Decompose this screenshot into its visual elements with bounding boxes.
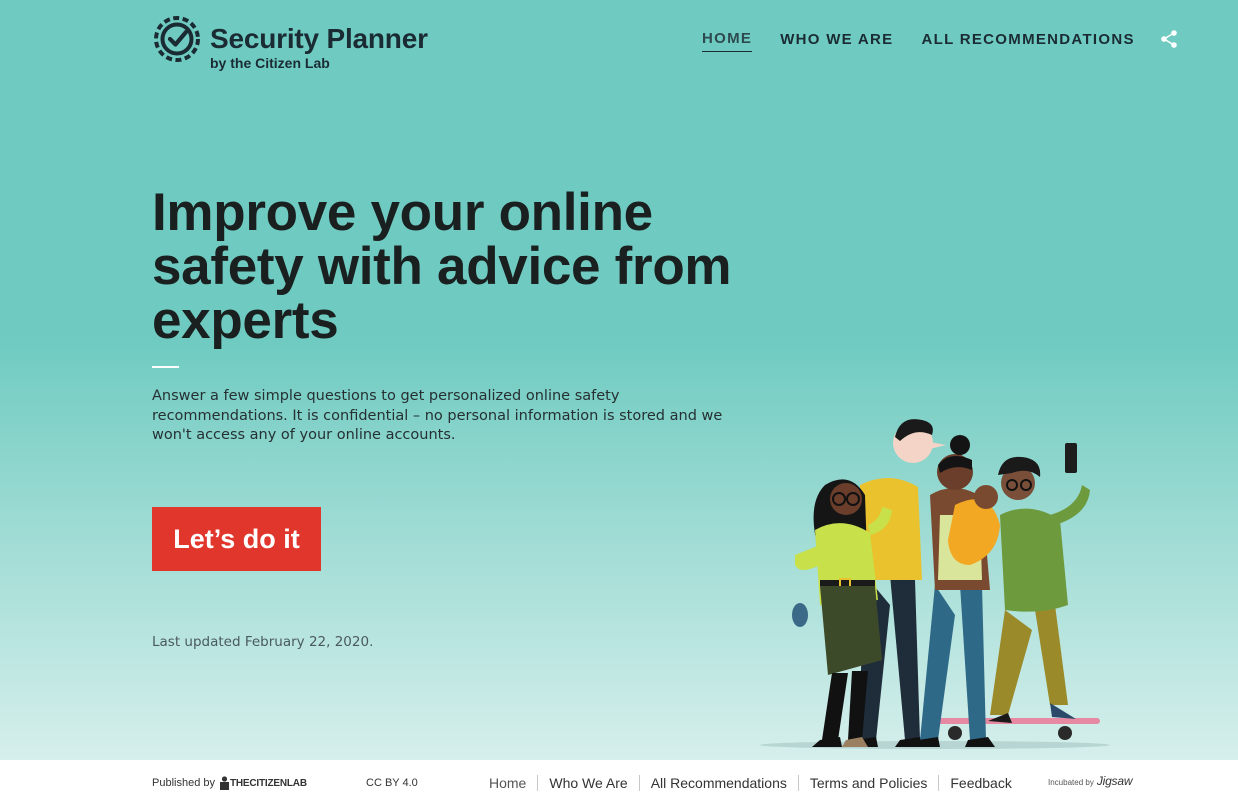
- last-updated: Last updated February 22, 2020.: [152, 634, 374, 650]
- divider: [152, 366, 179, 368]
- footer-link-who-we-are[interactable]: Who We Are: [537, 775, 638, 791]
- people-group-illustration: [760, 419, 1110, 749]
- logo-subtitle: by the Citizen Lab: [210, 55, 330, 71]
- published-by: Published by THECITIZENLAB: [152, 776, 307, 790]
- citizen-lab-icon: [220, 776, 229, 790]
- site-footer: Published by THECITIZENLAB CC BY 4.0 Hom…: [0, 760, 1238, 798]
- footer-link-feedback[interactable]: Feedback: [938, 775, 1022, 791]
- footer-link-terms[interactable]: Terms and Policies: [797, 775, 939, 791]
- publisher-name: THECITIZENLAB: [230, 777, 307, 789]
- incubated-by-label: Incubated by: [1048, 778, 1094, 787]
- page-headline: Improve your online safety with advice f…: [152, 183, 732, 350]
- start-button[interactable]: Let’s do it: [152, 507, 321, 571]
- citizen-lab-logo[interactable]: THECITIZENLAB: [219, 776, 307, 790]
- footer-links: Home Who We Are All Recommendations Term…: [478, 775, 1023, 791]
- intro-text: Answer a few simple questions to get per…: [152, 388, 723, 443]
- share-icon[interactable]: [1159, 29, 1179, 49]
- checkmark-badge-icon: [154, 16, 200, 62]
- hero-section: Security Planner by the Citizen Lab HOME…: [0, 0, 1238, 760]
- main-nav: HOME WHO WE ARE ALL RECOMMENDATIONS: [702, 30, 1179, 52]
- footer-link-home[interactable]: Home: [478, 775, 537, 791]
- nav-who-we-are[interactable]: WHO WE ARE: [780, 31, 893, 52]
- site-logo[interactable]: Security Planner by the Citizen Lab: [152, 14, 428, 71]
- logo-title: Security Planner: [210, 23, 428, 54]
- footer-link-all-recommendations[interactable]: All Recommendations: [638, 775, 798, 791]
- published-by-label: Published by: [152, 777, 215, 789]
- license-text[interactable]: CC BY 4.0: [366, 777, 418, 789]
- nav-home[interactable]: HOME: [702, 30, 753, 52]
- incubated-by[interactable]: Incubated by Jigsaw: [1048, 774, 1132, 788]
- nav-all-recommendations[interactable]: ALL RECOMMENDATIONS: [921, 31, 1134, 52]
- jigsaw-logo: Jigsaw: [1096, 774, 1133, 788]
